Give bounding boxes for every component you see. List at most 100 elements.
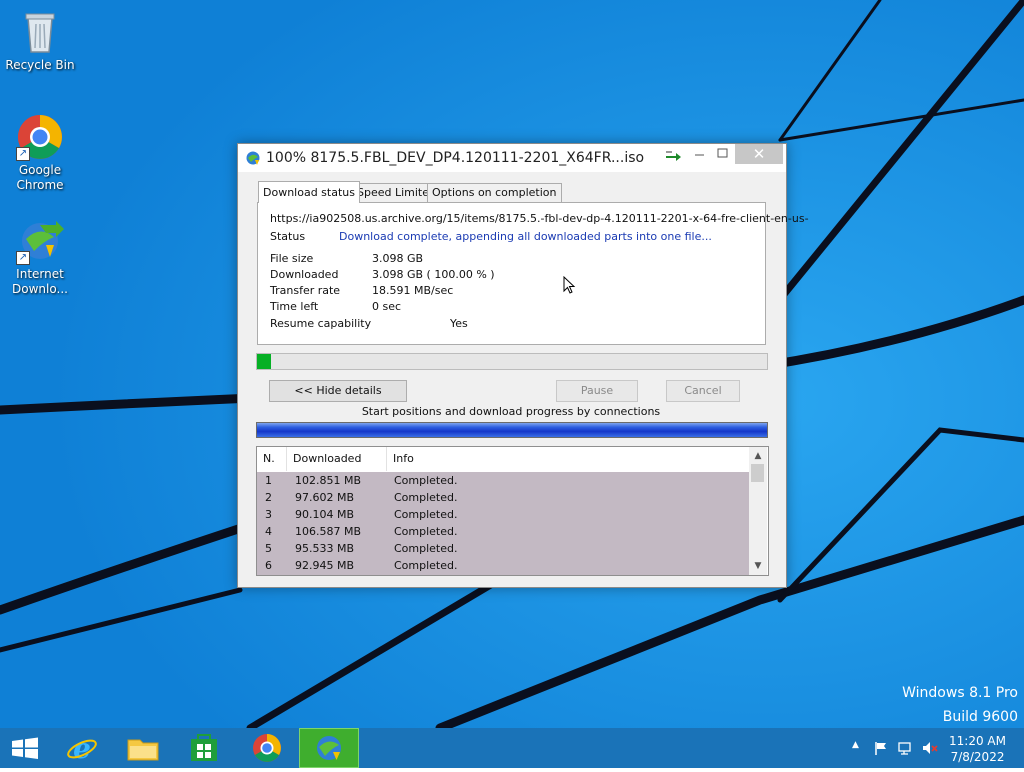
resume-capability-label: Resume capability: [270, 317, 372, 330]
row-info: Completed.: [394, 525, 458, 538]
green-arrow-icon: [666, 151, 681, 161]
row-info: Completed.: [394, 491, 458, 504]
taskbar-file-explorer[interactable]: [113, 728, 173, 768]
minimize-icon: [695, 154, 704, 156]
table-scrollbar[interactable]: ▲ ▼: [749, 447, 767, 575]
row-downloaded: 102.851 MB: [295, 474, 362, 487]
download-progress-bar: [256, 353, 768, 370]
recycle-bin-icon: [16, 8, 64, 56]
transfer-rate-label: Transfer rate: [270, 284, 341, 297]
desktop-icon-internet-download-manager[interactable]: ↗ Internet Downlo...: [2, 217, 78, 297]
file-explorer-icon: [127, 739, 159, 761]
downloaded-value: 3.098 GB ( 100.00 % ): [372, 268, 495, 281]
row-info: Completed.: [394, 508, 458, 521]
internet-explorer-icon: e: [67, 732, 97, 765]
idm-icon: [317, 736, 341, 760]
row-downloaded: 90.104 MB: [295, 508, 355, 521]
download-window[interactable]: 100% 8175.5.FBL_DEV_DP4.120111-2201_X64F…: [237, 143, 809, 588]
pause-button[interactable]: Pause: [556, 380, 638, 402]
download-progress-fill: [257, 354, 271, 369]
row-downloaded: 106.587 MB: [295, 525, 362, 538]
resume-capability-value: Yes: [450, 317, 468, 330]
start-button[interactable]: [0, 728, 50, 768]
header-number[interactable]: N.: [257, 447, 287, 471]
volume-muted-icon[interactable]: [921, 740, 939, 756]
status-value: Download complete, appending all downloa…: [339, 230, 712, 243]
clock-time: 11:20 AM: [949, 734, 1006, 748]
table-body: 1 102.851 MB Completed. 2 97.602 MB Completed…: [257, 472, 749, 575]
desktop-icon-label: Google Chrome: [16, 163, 64, 192]
row-info: Completed.: [394, 559, 458, 572]
row-number: 4: [265, 525, 272, 538]
table-row[interactable]: 3 90.104 MB Completed.: [257, 506, 749, 523]
store-icon: [191, 734, 217, 761]
action-center-flag-icon[interactable]: [873, 740, 889, 756]
shortcut-arrow-icon: ↗: [16, 147, 30, 161]
taskbar: e ▲ 11:20 AM 7/8/2022: [0, 728, 1024, 768]
tab-speed-limiter[interactable]: Speed Limiter: [352, 183, 439, 202]
row-downloaded: 95.533 MB: [295, 542, 355, 555]
taskbar-internet-download-manager[interactable]: [299, 728, 359, 768]
scroll-thumb[interactable]: [751, 464, 764, 482]
svg-text:e: e: [73, 732, 91, 765]
scroll-up-arrow-icon[interactable]: ▲: [749, 449, 767, 463]
table-row[interactable]: 4 106.587 MB Completed.: [257, 523, 749, 540]
table-row[interactable]: 2 97.602 MB Completed.: [257, 489, 749, 506]
tab-download-status[interactable]: Download status: [258, 181, 360, 203]
desktop-icon-label: Recycle Bin: [5, 58, 75, 72]
row-number: 6: [265, 559, 272, 572]
window-titlebar[interactable]: 100% 8175.5.FBL_DEV_DP4.120111-2201_X64F…: [238, 144, 786, 172]
taskbar-clock[interactable]: 11:20 AM 7/8/2022: [949, 733, 1006, 765]
close-button[interactable]: ✕: [735, 144, 783, 164]
desktop-icon-label: Internet Downlo...: [12, 267, 68, 296]
connections-label: Start positions and download progress by…: [361, 405, 661, 418]
file-size-value: 3.098 GB: [372, 252, 424, 265]
minimize-to-tray-button[interactable]: [660, 144, 686, 164]
mouse-cursor-icon: [563, 276, 576, 294]
hide-details-button[interactable]: << Hide details: [269, 380, 407, 402]
download-url: https://ia902508.us.archive.org/15/items…: [270, 212, 809, 225]
shortcut-arrow-icon: ↗: [16, 251, 30, 265]
desktop-icon-recycle-bin[interactable]: Recycle Bin: [2, 8, 78, 73]
time-left-value: 0 sec: [372, 300, 402, 313]
file-size-label: File size: [270, 252, 314, 265]
taskbar-chrome[interactable]: [237, 728, 297, 768]
row-downloaded: 97.602 MB: [295, 491, 355, 504]
connections-table[interactable]: N. Downloaded Info 1 102.851 MB Completed.…: [256, 446, 769, 576]
show-hidden-icons-chevron-icon[interactable]: ▲: [852, 740, 859, 750]
row-downloaded: 92.945 MB: [295, 559, 355, 572]
taskbar-internet-explorer[interactable]: e: [52, 728, 112, 768]
tab-options-on-completion[interactable]: Options on completion: [427, 183, 562, 202]
taskbar-store[interactable]: [174, 728, 234, 768]
table-row[interactable]: 6 92.945 MB Completed.: [257, 557, 749, 574]
chrome-icon: ↗: [16, 113, 64, 161]
row-number: 2: [265, 491, 272, 504]
header-info[interactable]: Info: [387, 447, 749, 471]
maximize-icon: [717, 148, 728, 158]
windows-edition-text: Windows 8.1 Pro: [902, 685, 1018, 701]
row-number: 1: [265, 474, 272, 487]
close-icon: ✕: [752, 145, 766, 163]
row-info: Completed.: [394, 474, 458, 487]
download-status-panel: https://ia902508.us.archive.org/15/items…: [257, 202, 809, 345]
table-row[interactable]: 5 95.533 MB Completed.: [257, 540, 749, 557]
desktop-icon-google-chrome[interactable]: ↗ Google Chrome: [2, 113, 78, 193]
row-number: 3: [265, 508, 272, 521]
windows-build-text: Build 9600: [942, 709, 1018, 725]
clock-date: 7/8/2022: [950, 750, 1005, 764]
row-info: Completed.: [394, 542, 458, 555]
scroll-down-arrow-icon[interactable]: ▼: [749, 559, 767, 573]
downloaded-label: Downloaded: [270, 268, 339, 281]
idm-icon: [245, 150, 261, 166]
minimize-button[interactable]: [690, 144, 710, 164]
status-label: Status: [270, 230, 306, 243]
network-icon[interactable]: [897, 740, 913, 756]
connections-progress-bar: [256, 422, 768, 438]
header-downloaded[interactable]: Downloaded: [287, 447, 387, 471]
table-row[interactable]: 1 102.851 MB Completed.: [257, 472, 749, 489]
maximize-button[interactable]: [713, 144, 733, 164]
window-title: 100% 8175.5.FBL_DEV_DP4.120111-2201_X64F…: [266, 150, 645, 166]
row-number: 5: [265, 542, 272, 555]
cancel-button[interactable]: Cancel: [666, 380, 740, 402]
start-icon: [12, 737, 38, 759]
